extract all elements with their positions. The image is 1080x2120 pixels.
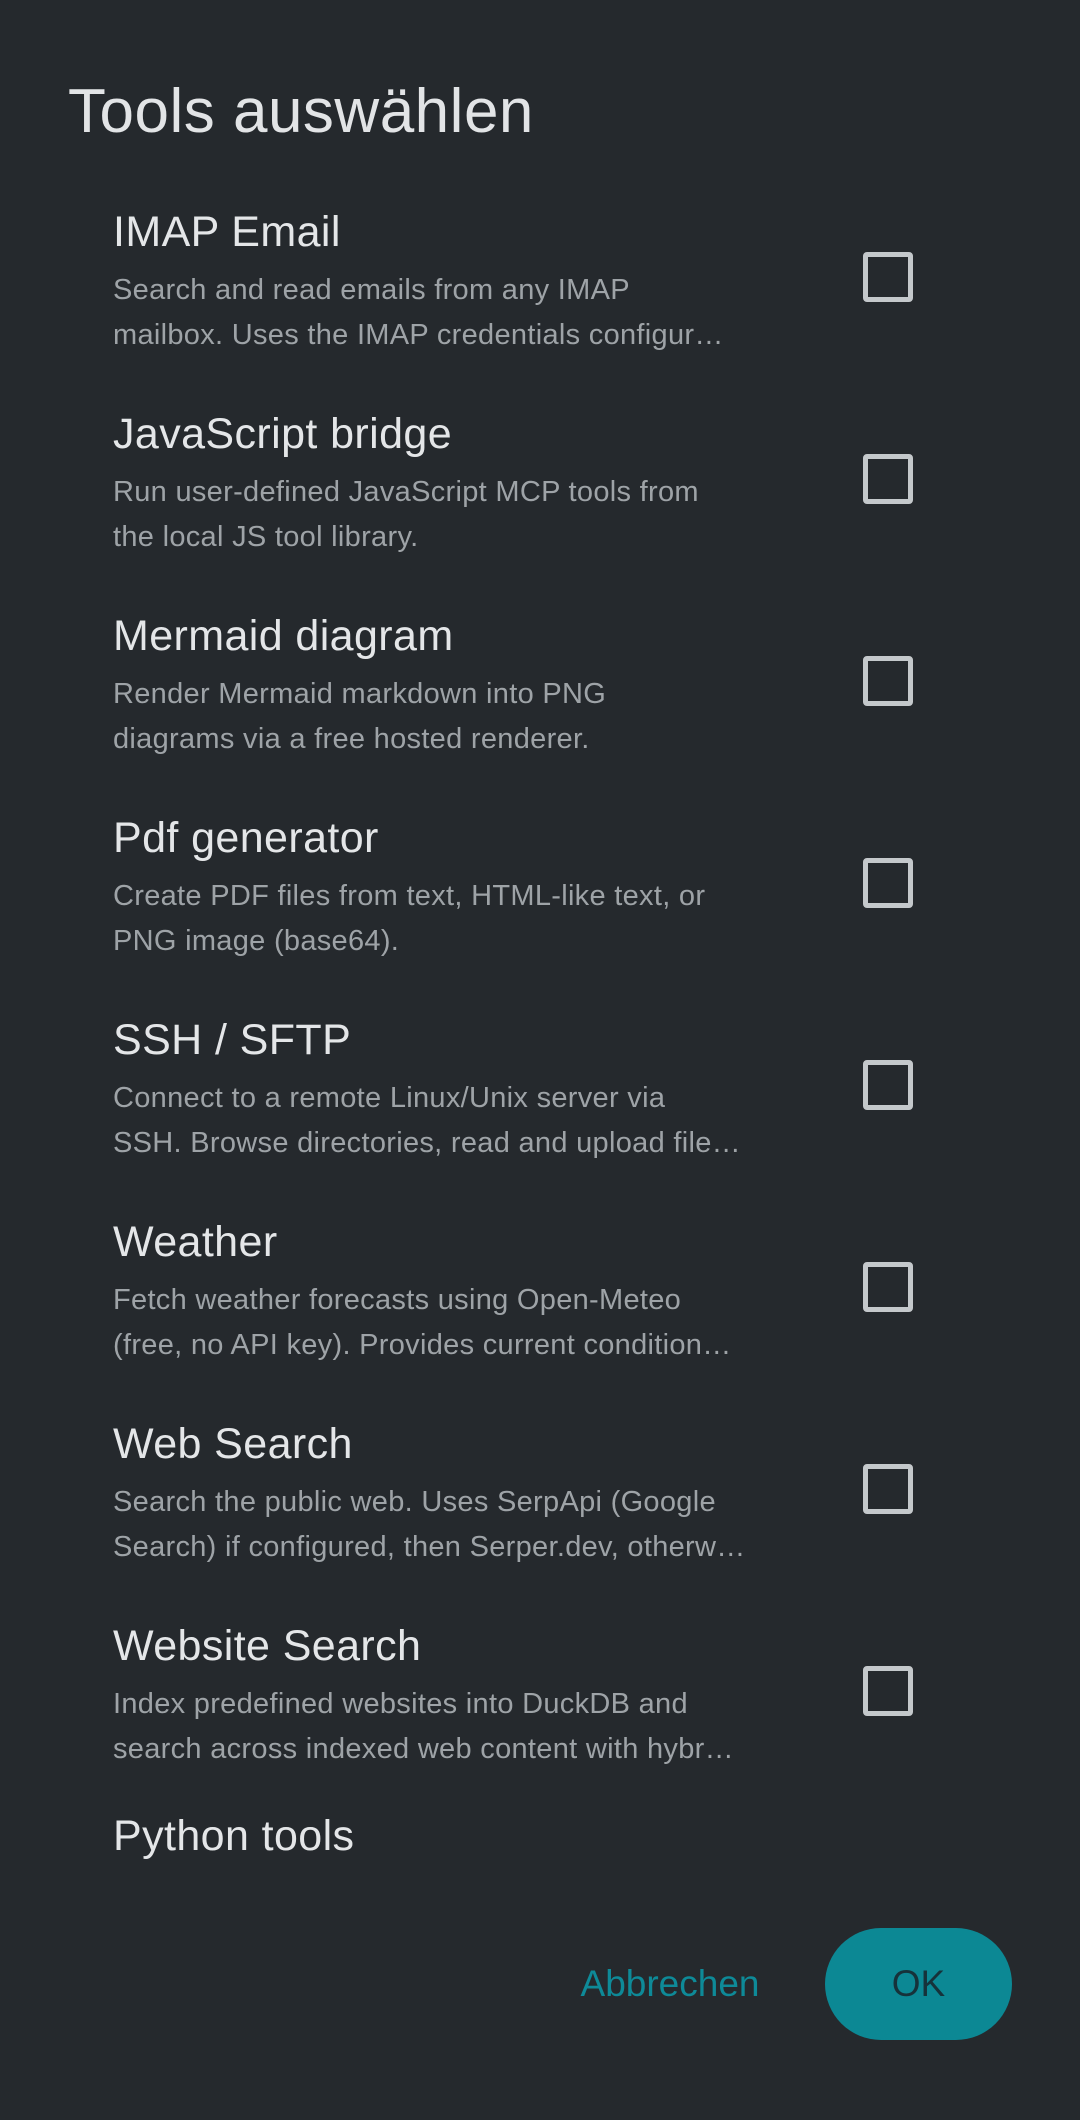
tool-name: Web Search xyxy=(113,1420,353,1468)
tool-name: Website Search xyxy=(113,1622,422,1670)
tool-description-line: search across indexed web content with h… xyxy=(113,1733,734,1765)
tool-description: Fetch weather forecasts using Open-Meteo… xyxy=(113,1278,793,1368)
tool-description-line: Render Mermaid markdown into PNG xyxy=(113,678,607,710)
tool-description-line: Search and read emails from any IMAP xyxy=(113,274,630,306)
tool-name: JavaScript bridge xyxy=(113,410,453,458)
tool-description-line: mailbox. Uses the IMAP credentials confi… xyxy=(113,319,724,351)
checkbox-web-search[interactable] xyxy=(863,1464,913,1514)
tool-item-pdf-generator[interactable]: Pdf generator Create PDF files from text… xyxy=(0,796,1080,998)
tool-description-line: Fetch weather forecasts using Open-Meteo xyxy=(113,1284,682,1316)
ok-button[interactable]: OK xyxy=(825,1928,1012,2040)
tool-name: SSH / SFTP xyxy=(113,1016,352,1064)
tool-description-line: (free, no API key). Provides current con… xyxy=(113,1329,732,1361)
tool-description-line: diagrams via a free hosted renderer. xyxy=(113,723,590,755)
tool-description-line: Connect to a remote Linux/Unix server vi… xyxy=(113,1082,666,1114)
tool-name: Pdf generator xyxy=(113,814,379,862)
tool-item-mermaid-diagram[interactable]: Mermaid diagram Render Mermaid markdown … xyxy=(0,594,1080,796)
tool-item-javascript-bridge[interactable]: JavaScript bridge Run user-defined JavaS… xyxy=(0,392,1080,594)
tool-list[interactable]: IMAP Email Search and read emails from a… xyxy=(0,190,1080,1880)
tool-name: Mermaid diagram xyxy=(113,612,454,660)
tool-description-line: Index predefined websites into DuckDB an… xyxy=(113,1688,688,1720)
checkbox-weather[interactable] xyxy=(863,1262,913,1312)
checkbox-mermaid-diagram[interactable] xyxy=(863,656,913,706)
section-header-python-tools: Python tools xyxy=(113,1812,355,1860)
tool-description: Index predefined websites into DuckDB an… xyxy=(113,1682,793,1772)
checkbox-imap-email[interactable] xyxy=(863,252,913,302)
tool-description-line: Search) if configured, then Serper.dev, … xyxy=(113,1531,746,1563)
tool-description-line: PNG image (base64). xyxy=(113,925,400,957)
tool-name: IMAP Email xyxy=(113,208,341,256)
tool-description: Search and read emails from any IMAP mai… xyxy=(113,268,793,358)
tool-item-imap-email[interactable]: IMAP Email Search and read emails from a… xyxy=(0,190,1080,392)
checkbox-ssh-sftp[interactable] xyxy=(863,1060,913,1110)
tool-description: Render Mermaid markdown into PNG diagram… xyxy=(113,672,793,762)
checkbox-javascript-bridge[interactable] xyxy=(863,454,913,504)
tool-name: Weather xyxy=(113,1218,278,1266)
checkbox-website-search[interactable] xyxy=(863,1666,913,1716)
cancel-button[interactable]: Abbrechen xyxy=(560,1928,780,2040)
tool-item-ssh-sftp[interactable]: SSH / SFTP Connect to a remote Linux/Uni… xyxy=(0,998,1080,1200)
tool-description: Connect to a remote Linux/Unix server vi… xyxy=(113,1076,793,1166)
tool-description-line: Create PDF files from text, HTML-like te… xyxy=(113,880,706,912)
tool-selection-dialog: Tools auswählen IMAP Email Search and re… xyxy=(0,0,1080,2120)
dialog-actions: Abbrechen OK xyxy=(0,1928,1080,2040)
dialog-title: Tools auswählen xyxy=(68,77,534,146)
tool-description: Create PDF files from text, HTML-like te… xyxy=(113,874,793,964)
tool-item-website-search[interactable]: Website Search Index predefined websites… xyxy=(0,1604,1080,1806)
tool-item-weather[interactable]: Weather Fetch weather forecasts using Op… xyxy=(0,1200,1080,1402)
tool-description-line: Run user-defined JavaScript MCP tools fr… xyxy=(113,476,699,508)
tool-description: Run user-defined JavaScript MCP tools fr… xyxy=(113,470,793,560)
tool-description: Search the public web. Uses SerpApi (Goo… xyxy=(113,1480,793,1570)
tool-description-line: SSH. Browse directories, read and upload… xyxy=(113,1127,741,1159)
tool-description-line: the local JS tool library. xyxy=(113,521,419,553)
tool-description-line: Search the public web. Uses SerpApi (Goo… xyxy=(113,1486,716,1518)
checkbox-pdf-generator[interactable] xyxy=(863,858,913,908)
tool-item-web-search[interactable]: Web Search Search the public web. Uses S… xyxy=(0,1402,1080,1604)
